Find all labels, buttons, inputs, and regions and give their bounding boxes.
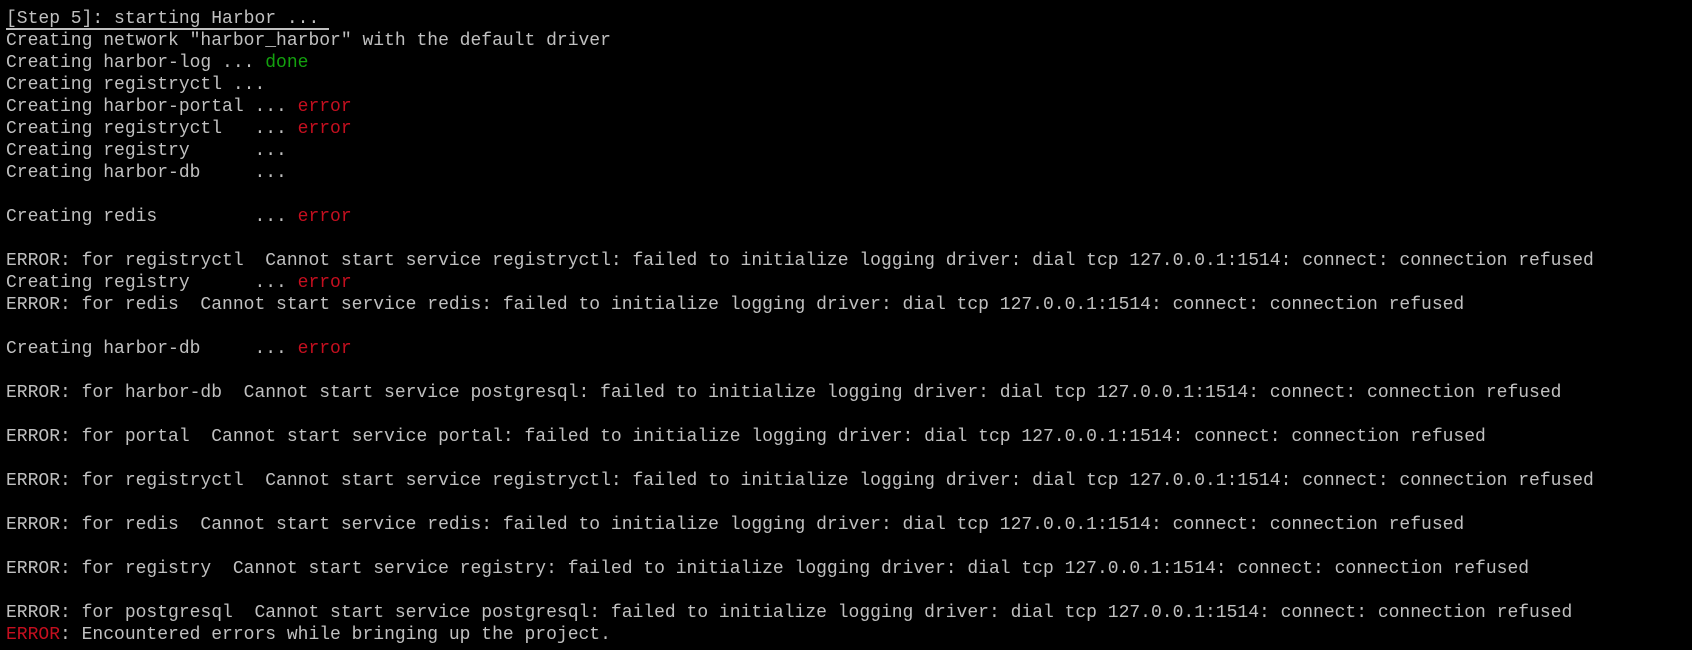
terminal-line: Creating registryctl ... (6, 75, 266, 95)
terminal-error-line: ERROR: for redis Cannot start service re… (6, 295, 1465, 315)
status-error: error (297, 339, 352, 359)
step-heading: [Step 5]: starting Harbor ... (6, 10, 330, 30)
error-prefix: ERROR (6, 625, 61, 645)
terminal-line: Creating harbor-db ... (6, 163, 287, 183)
terminal-line: [Step 5]: starting Harbor ... (6, 8, 1692, 30)
terminal-error-line: ERROR: for harbor-db Cannot start servic… (6, 383, 1562, 403)
status-done: done (265, 53, 309, 73)
terminal-error-line: ERROR: for portal Cannot start service p… (6, 427, 1486, 447)
terminal-line: Creating network ″harbor_harbor″ with th… (6, 31, 611, 51)
terminal-line: Creating registryctl ... error (6, 118, 1692, 140)
terminal-error-line: ERROR: for postgresql Cannot start servi… (6, 603, 1573, 623)
line-text: Creating harbor-log ... (6, 53, 266, 73)
terminal-line: ERROR: Encountered errors while bringing… (6, 624, 1692, 646)
terminal-error-line: ERROR: for registryctl Cannot start serv… (6, 471, 1594, 491)
line-text: Creating registryctl ... (6, 119, 298, 139)
status-error: error (297, 97, 352, 117)
cut-off-line (6, 646, 1692, 650)
terminal-line: Creating harbor-portal ... error (6, 96, 1692, 118)
terminal-error-line: ERROR: for registryctl Cannot start serv… (6, 251, 1594, 271)
terminal-window[interactable]: [Step 5]: starting Harbor ... Creating n… (0, 0, 1692, 650)
terminal-line: Creating registry ... error (6, 272, 1692, 294)
terminal-error-line: ERROR: for redis Cannot start service re… (6, 515, 1465, 535)
terminal-error-line: ERROR: for registry Cannot start service… (6, 559, 1530, 579)
line-text: Creating harbor-db ... (6, 339, 298, 359)
status-error: error (297, 273, 352, 293)
status-error: error (297, 207, 352, 227)
terminal-line: Creating registry ... (6, 141, 287, 161)
line-text: Creating registry ... (6, 273, 298, 293)
terminal-line: Creating harbor-db ... error (6, 338, 1692, 360)
terminal-line: Creating redis ... error (6, 206, 1692, 228)
line-text: Creating redis ... (6, 207, 298, 227)
status-error: error (297, 119, 352, 139)
line-text: Creating harbor-portal ... (6, 97, 298, 117)
terminal-line: Creating harbor-log ... done (6, 52, 1692, 74)
line-text: : Encountered errors while bringing up t… (60, 625, 611, 645)
